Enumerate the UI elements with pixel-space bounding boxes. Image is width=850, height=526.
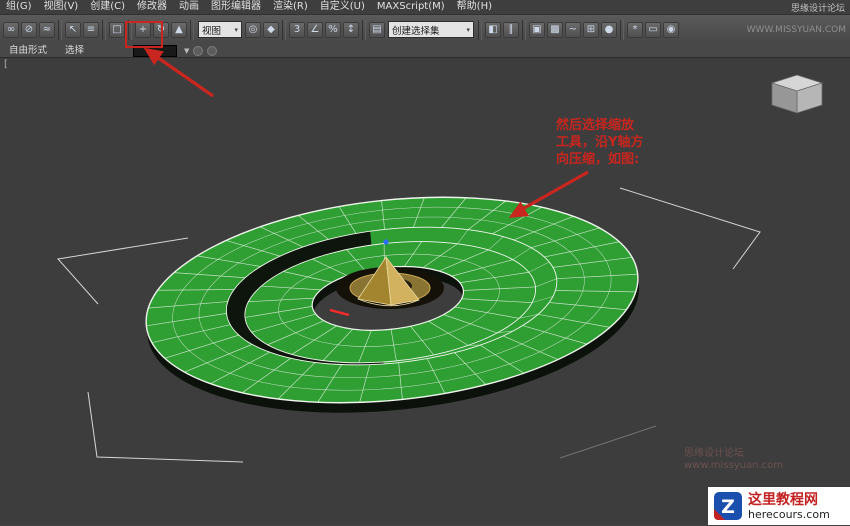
forum-watermark-url: WWW.MISSYUAN.COM xyxy=(746,24,846,35)
viewcube[interactable] xyxy=(770,74,824,114)
toolbar-separator xyxy=(362,19,366,40)
select-object-icon[interactable]: ↖ xyxy=(65,21,81,38)
logo-letter: Z xyxy=(721,496,735,518)
annotation-line: 工具，沿Y轴方 xyxy=(556,135,644,150)
select-move-icon[interactable]: + xyxy=(135,21,151,38)
toolbar-separator xyxy=(282,19,286,40)
gizmo-x-axis-icon[interactable] xyxy=(329,308,350,317)
ribbon-group-box[interactable] xyxy=(133,44,178,57)
chevron-down-icon: ▾ xyxy=(234,25,238,34)
ribbon-tab-1[interactable]: 选择 xyxy=(56,44,93,57)
faint-watermark: 思缘设计论坛 www.missyuan.com xyxy=(684,448,783,471)
render-setup-icon[interactable]: * xyxy=(627,21,643,38)
viewport[interactable]: [ 然后选择缩放 工具，沿Y轴方 向压缩，如图: 思缘设计论坛 www.miss… xyxy=(0,57,850,525)
use-pivot-center-icon[interactable]: ◎ xyxy=(245,21,261,38)
ribbon-tab-0[interactable]: 自由形式 xyxy=(0,44,56,57)
main-toolbar: ∞ ⊘ ≈ ↖ ≡ □ + ↻ ▲ 视图 ▾ ◎ ◆ 3 ∠% ↕ ▤ 创建选择集 ▾ ◧ ∥ ▣ ▩ ~ ⊞ ● * ▭ ◉ WWW.… xyxy=(0,15,850,45)
mirror-icon[interactable]: ◧ xyxy=(485,21,501,38)
named-selection-dropdown[interactable]: 创建选择集 ▾ xyxy=(388,21,474,38)
toolbar-separator xyxy=(58,19,62,40)
select-rotate-icon[interactable]: ↻ xyxy=(153,21,169,38)
select-scale-icon[interactable]: ▲ xyxy=(171,21,187,38)
toolbar-separator xyxy=(522,19,526,40)
toolbar-items: ∞ ⊘ ≈ ↖ ≡ □ + ↻ ▲ 视图 ▾ ◎ ◆ 3 ∠% ↕ ▤ 创建选择集 ▾ ◧ ∥ ▣ ▩ ~ ⊞ ● * ▭ ◉ xyxy=(2,19,680,40)
render-production-icon[interactable]: ◉ xyxy=(663,21,679,38)
ribbon-bar: 自由形式 选择 ▼ xyxy=(0,44,850,58)
menu-item-9[interactable]: 帮助(H) xyxy=(451,0,498,14)
bind-to-spacewarp-icon[interactable]: ≈ xyxy=(39,21,55,38)
menu-bar: 组(G) 视图(V) 创建(C) 修改器 动画 图形编辑器 渲染(R) 自定义(U) MAXSc… xyxy=(0,0,850,15)
layer-manager-icon[interactable]: ▣ xyxy=(529,21,545,38)
ribbon-option-icon-2[interactable] xyxy=(207,45,218,56)
forum-watermark-text: 思缘设计论坛 xyxy=(790,3,845,14)
menu-item-5[interactable]: 图形编辑器 xyxy=(205,0,267,14)
menu-item-1[interactable]: 视图(V) xyxy=(38,0,85,14)
reference-coordinate-dropdown[interactable]: 视图 ▾ xyxy=(198,21,242,38)
edit-named-selection-icon[interactable]: ▤ xyxy=(369,21,385,38)
menu-item-6[interactable]: 渲染(R) xyxy=(267,0,314,14)
badge-domain: herecours.com xyxy=(748,507,830,521)
graphite-ribbon-icon[interactable]: ▩ xyxy=(547,21,563,38)
menu-item-0[interactable]: 组(G) xyxy=(0,0,38,14)
select-by-name-icon[interactable]: ≡ xyxy=(83,21,99,38)
viewport-corner-label[interactable]: [ xyxy=(4,59,8,70)
render-frame-icon[interactable]: ▭ xyxy=(645,21,661,38)
toolbar-separator xyxy=(128,19,132,40)
angle-snap-icon[interactable]: ∠ xyxy=(307,21,323,38)
snap-toggle-icon[interactable]: 3 xyxy=(289,21,305,38)
curve-editor-icon[interactable]: ~ xyxy=(565,21,581,38)
percent-snap-icon[interactable]: % xyxy=(325,21,341,38)
annotation-line: 向压缩，如图: xyxy=(556,152,640,167)
toolbar-separator xyxy=(478,19,482,40)
material-editor-icon[interactable]: ● xyxy=(601,21,617,38)
select-and-link-icon[interactable]: ∞ xyxy=(3,21,19,38)
named-selection-dropdown-value: 创建选择集 xyxy=(392,25,440,37)
toolbar-separator xyxy=(102,19,106,40)
schematic-view-icon[interactable]: ⊞ xyxy=(583,21,599,38)
menu-item-3[interactable]: 修改器 xyxy=(131,0,173,14)
menu-items: 组(G) 视图(V) 创建(C) 修改器 动画 图形编辑器 渲染(R) 自定义(U) MAXSc… xyxy=(0,0,498,14)
menu-item-8[interactable]: MAXScript(M) xyxy=(371,0,451,14)
selection-region-icon[interactable]: □ xyxy=(109,21,125,38)
unlink-selection-icon[interactable]: ⊘ xyxy=(21,21,37,38)
select-manipulate-icon[interactable]: ◆ xyxy=(263,21,279,38)
reference-coordinate-dropdown-value: 视图 xyxy=(202,25,222,37)
tutorial-watermark-badge: Z 这里教程网 herecours.com xyxy=(708,487,850,525)
chevron-down-icon: ▾ xyxy=(466,25,470,34)
annotation-text: 然后选择缩放 工具，沿Y轴方 向压缩，如图: xyxy=(556,117,643,168)
badge-title: 这里教程网 xyxy=(748,491,818,508)
annotation-line: 然后选择缩放 xyxy=(556,118,635,133)
ribbon-tabs: 自由形式 选择 xyxy=(0,44,93,57)
tutorial-logo: Z xyxy=(714,492,742,520)
menu-item-2[interactable]: 创建(C) xyxy=(84,0,131,14)
toolbar-separator xyxy=(190,19,194,40)
toolbar-separator xyxy=(620,19,624,40)
spinner-snap-icon[interactable]: ↕ xyxy=(343,21,359,38)
align-icon[interactable]: ∥ xyxy=(503,21,519,38)
ribbon-expand-caret[interactable]: ▼ xyxy=(184,47,189,55)
ribbon-option-icon[interactable] xyxy=(193,45,204,56)
gizmo-y-axis-icon[interactable] xyxy=(383,239,389,245)
menu-item-7[interactable]: 自定义(U) xyxy=(314,0,371,14)
menu-item-4[interactable]: 动画 xyxy=(173,0,205,14)
